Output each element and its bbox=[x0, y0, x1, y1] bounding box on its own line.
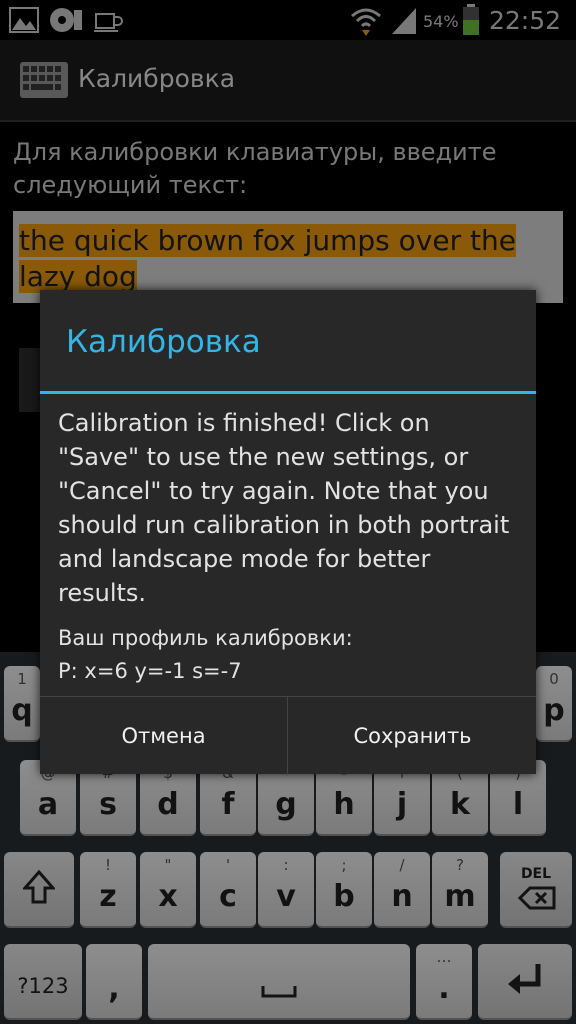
profile-label: Ваш профиль калибровки: bbox=[58, 626, 353, 650]
cancel-button[interactable]: Отмена bbox=[40, 697, 287, 775]
button-divider bbox=[287, 697, 288, 775]
dialog-title: Калибровка bbox=[66, 324, 261, 360]
dialog-title-divider bbox=[40, 391, 536, 394]
dialog-button-bar: Отмена Сохранить bbox=[40, 696, 536, 775]
calibration-profile: Ваш профиль калибровки: P: x=6 y=-1 s=-7 bbox=[58, 622, 518, 688]
calibration-dialog: Калибровка Calibration is finished! Clic… bbox=[40, 290, 536, 775]
profile-value: P: x=6 y=-1 s=-7 bbox=[58, 659, 242, 683]
dialog-message: Calibration is finished! Click on "Save"… bbox=[58, 409, 510, 607]
save-button[interactable]: Сохранить bbox=[289, 697, 536, 775]
